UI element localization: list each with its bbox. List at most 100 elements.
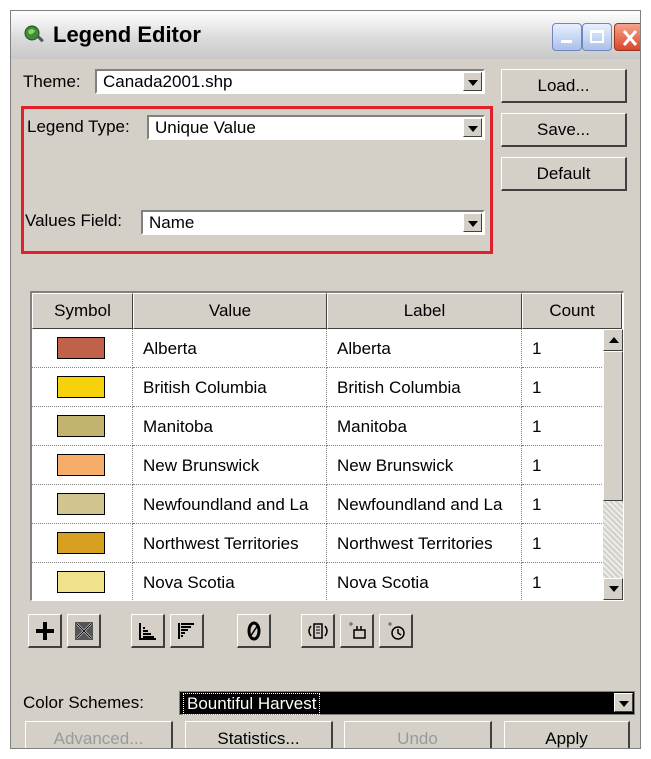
- table-row[interactable]: Nova Scotia Nova Scotia 1: [32, 563, 608, 600]
- theme-value: Canada2001.shp: [103, 72, 233, 91]
- statistics-button[interactable]: Statistics...: [185, 721, 333, 748]
- legend-editor-icon: [24, 25, 44, 43]
- count-cell: 1: [522, 446, 608, 485]
- symbol-swatch[interactable]: [57, 337, 105, 359]
- close-button[interactable]: [614, 23, 640, 51]
- legend-type-select[interactable]: Unique Value: [147, 115, 485, 140]
- symbol-swatch[interactable]: [57, 532, 105, 554]
- minimize-icon: [561, 40, 572, 43]
- table-scrollbar[interactable]: [603, 329, 623, 600]
- symbol-cell[interactable]: [32, 563, 133, 600]
- theme-dropdown-button[interactable]: [463, 72, 482, 91]
- default-button[interactable]: Default: [501, 157, 627, 191]
- label-cell[interactable]: New Brunswick: [327, 446, 522, 485]
- delete-icon: [74, 621, 93, 640]
- column-header-label[interactable]: Label: [327, 293, 522, 329]
- theme-label: Theme:: [23, 72, 81, 91]
- undo-history-button[interactable]: [379, 614, 413, 648]
- values-field-value: Name: [149, 213, 195, 232]
- value-cell: Northwest Territories: [133, 524, 327, 563]
- value-cell: Nova Scotia: [133, 563, 327, 600]
- table-row[interactable]: British Columbia British Columbia 1: [32, 368, 608, 407]
- label-cell[interactable]: British Columbia: [327, 368, 522, 407]
- value-cell: Manitoba: [133, 407, 327, 446]
- symbol-swatch[interactable]: [57, 493, 105, 515]
- values-field-dropdown-button[interactable]: [463, 213, 482, 232]
- legend-type-label: Legend Type:: [27, 117, 130, 136]
- null-value-icon: [247, 621, 260, 640]
- theme-select[interactable]: Canada2001.shp: [95, 69, 485, 94]
- label-cell[interactable]: Newfoundland and La: [327, 485, 522, 524]
- label-cell[interactable]: Northwest Territories: [327, 524, 522, 563]
- add-button[interactable]: [28, 614, 62, 648]
- value-cell: Newfoundland and La: [133, 485, 327, 524]
- color-schemes-select[interactable]: Bountiful Harvest: [179, 691, 635, 715]
- values-field-label: Values Field:: [25, 211, 123, 230]
- load-button[interactable]: Load...: [501, 69, 627, 103]
- title-bar[interactable]: Legend Editor: [11, 11, 640, 59]
- count-cell: 1: [522, 368, 608, 407]
- column-header-count[interactable]: Count: [522, 293, 622, 329]
- legend-type-dropdown-button[interactable]: [463, 118, 482, 137]
- count-cell: 1: [522, 563, 608, 600]
- color-schemes-dropdown-button[interactable]: [614, 693, 633, 712]
- count-cell: 1: [522, 329, 608, 368]
- symbol-swatch[interactable]: [57, 571, 105, 593]
- label-cell[interactable]: Manitoba: [327, 407, 522, 446]
- flip-colors-button[interactable]: [301, 614, 335, 648]
- sort-descending-button[interactable]: [170, 614, 204, 648]
- table-row[interactable]: Newfoundland and La Newfoundland and La …: [32, 485, 608, 524]
- symbol-cell[interactable]: [32, 407, 133, 446]
- symbol-cell[interactable]: [32, 524, 133, 563]
- scroll-up-button[interactable]: [603, 329, 623, 351]
- save-button[interactable]: Save...: [501, 113, 627, 147]
- close-icon: [622, 30, 638, 46]
- table-row[interactable]: New Brunswick New Brunswick 1: [32, 446, 608, 485]
- symbol-swatch[interactable]: [57, 415, 105, 437]
- color-schemes-label: Color Schemes:: [23, 693, 144, 712]
- window-title: Legend Editor: [53, 22, 201, 47]
- legend-type-value: Unique Value: [155, 118, 256, 137]
- symbol-cell[interactable]: [32, 329, 133, 368]
- scroll-thumb[interactable]: [603, 351, 623, 501]
- legend-table[interactable]: Symbol Value Label Count Alberta Alberta…: [30, 291, 624, 601]
- advanced-button[interactable]: Advanced...: [25, 721, 173, 748]
- value-cell: British Columbia: [133, 368, 327, 407]
- null-value-button[interactable]: [237, 614, 271, 648]
- scroll-down-button[interactable]: [603, 578, 623, 600]
- color-schemes-value: Bountiful Harvest: [183, 693, 321, 715]
- column-header-symbol[interactable]: Symbol: [32, 293, 133, 329]
- undo-button[interactable]: Undo: [344, 721, 492, 748]
- count-cell: 1: [522, 485, 608, 524]
- symbol-select-button[interactable]: [340, 614, 374, 648]
- delete-button[interactable]: [67, 614, 101, 648]
- sort-ascending-button[interactable]: [131, 614, 165, 648]
- count-cell: 1: [522, 524, 608, 563]
- symbol-swatch[interactable]: [57, 454, 105, 476]
- symbol-cell[interactable]: [32, 446, 133, 485]
- value-cell: New Brunswick: [133, 446, 327, 485]
- table-row[interactable]: Manitoba Manitoba 1: [32, 407, 608, 446]
- values-field-select[interactable]: Name: [141, 210, 485, 235]
- symbol-cell[interactable]: [32, 368, 133, 407]
- add-icon: [35, 621, 54, 640]
- sort-ascending-icon: [138, 622, 156, 640]
- apply-button[interactable]: Apply: [504, 721, 630, 748]
- symbol-swatch[interactable]: [57, 376, 105, 398]
- arrow-up-icon: [609, 337, 619, 343]
- sort-descending-icon: [177, 622, 194, 639]
- symbol-cell[interactable]: [32, 485, 133, 524]
- label-cell[interactable]: Nova Scotia: [327, 563, 522, 600]
- maximize-button[interactable]: [582, 23, 612, 51]
- value-cell: Alberta: [133, 329, 327, 368]
- maximize-icon: [590, 30, 604, 43]
- flip-colors-icon: [307, 622, 328, 639]
- minimize-button[interactable]: [552, 23, 582, 51]
- table-row[interactable]: Northwest Territories Northwest Territor…: [32, 524, 608, 563]
- table-row[interactable]: Alberta Alberta 1: [32, 329, 608, 368]
- undo-history-icon: [387, 621, 405, 640]
- column-header-value[interactable]: Value: [133, 293, 327, 329]
- label-cell[interactable]: Alberta: [327, 329, 522, 368]
- count-cell: 1: [522, 407, 608, 446]
- legend-editor-window: Legend Editor Theme: Canada2001.shp Load…: [10, 10, 641, 749]
